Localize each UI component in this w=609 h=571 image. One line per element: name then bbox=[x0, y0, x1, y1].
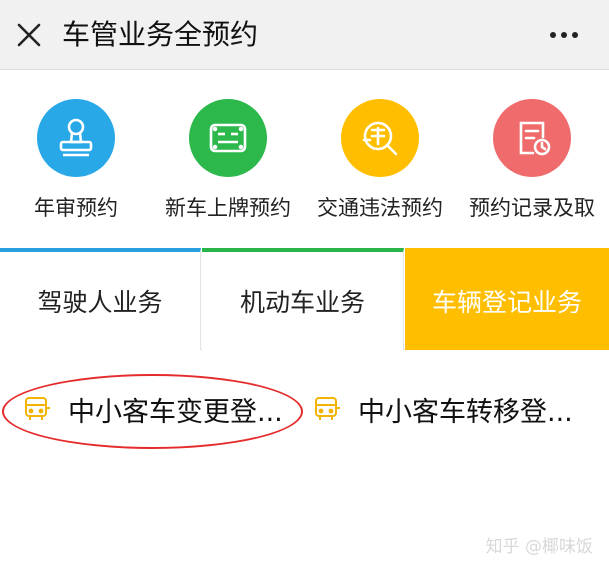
quick-action-label: 年审预约 bbox=[34, 196, 118, 220]
quick-action-icon-circle bbox=[493, 99, 571, 177]
quick-action-annual-inspection[interactable]: 年审预约 bbox=[0, 71, 152, 248]
quick-action-icon-circle bbox=[37, 99, 115, 177]
violation-icon bbox=[362, 121, 398, 156]
quick-action-label: 预约记录及取 bbox=[469, 196, 595, 220]
quick-action-traffic-violation[interactable]: 交通违法预约 bbox=[304, 71, 456, 248]
list-item-label: 中小客车变更登... bbox=[68, 396, 283, 428]
tab-driver-business[interactable]: 驾驶人业务 bbox=[0, 248, 201, 350]
more-button[interactable] bbox=[547, 20, 581, 50]
tab-vehicle-business[interactable]: 机动车业务 bbox=[202, 248, 404, 350]
license-plate-icon bbox=[209, 123, 247, 153]
app-screen: 车管业务全预约 年审预约 新车上牌预约 交通违法预约 预约记录及取 驾驶人业务 … bbox=[0, 0, 609, 571]
quick-action-icon-circle bbox=[189, 99, 267, 177]
quick-action-new-car-plate[interactable]: 新车上牌预约 bbox=[152, 71, 304, 248]
list-item-label: 中小客车转移登... bbox=[358, 396, 573, 428]
close-button[interactable] bbox=[12, 18, 46, 52]
page-title: 车管业务全预约 bbox=[62, 18, 259, 51]
watermark: 知乎 @椰味饭 bbox=[485, 537, 593, 557]
business-tabs: 驾驶人业务 机动车业务 车辆登记业务 bbox=[0, 248, 609, 350]
list-item-small-bus-transfer-registration[interactable]: 中小客车转移登... bbox=[312, 378, 594, 440]
title-bar: 车管业务全预约 bbox=[0, 0, 609, 70]
stamp-icon bbox=[59, 118, 93, 157]
record-clock-icon bbox=[519, 121, 551, 156]
quick-action-label: 新车上牌预约 bbox=[165, 196, 291, 220]
tab-vehicle-registration[interactable]: 车辆登记业务 bbox=[405, 248, 609, 350]
close-icon bbox=[17, 23, 41, 47]
quick-action-label: 交通违法预约 bbox=[317, 196, 443, 220]
quick-action-icon-circle bbox=[341, 99, 419, 177]
more-dots-icon bbox=[550, 32, 578, 38]
bus-outline-icon bbox=[315, 397, 340, 420]
quick-action-booking-records[interactable]: 预约记录及取 bbox=[456, 71, 608, 248]
quick-actions: 年审预约 新车上牌预约 交通违法预约 预约记录及取 bbox=[0, 71, 609, 248]
bus-outline-icon bbox=[25, 397, 50, 420]
list-item-small-bus-change-registration[interactable]: 中小客车变更登... bbox=[22, 378, 300, 440]
